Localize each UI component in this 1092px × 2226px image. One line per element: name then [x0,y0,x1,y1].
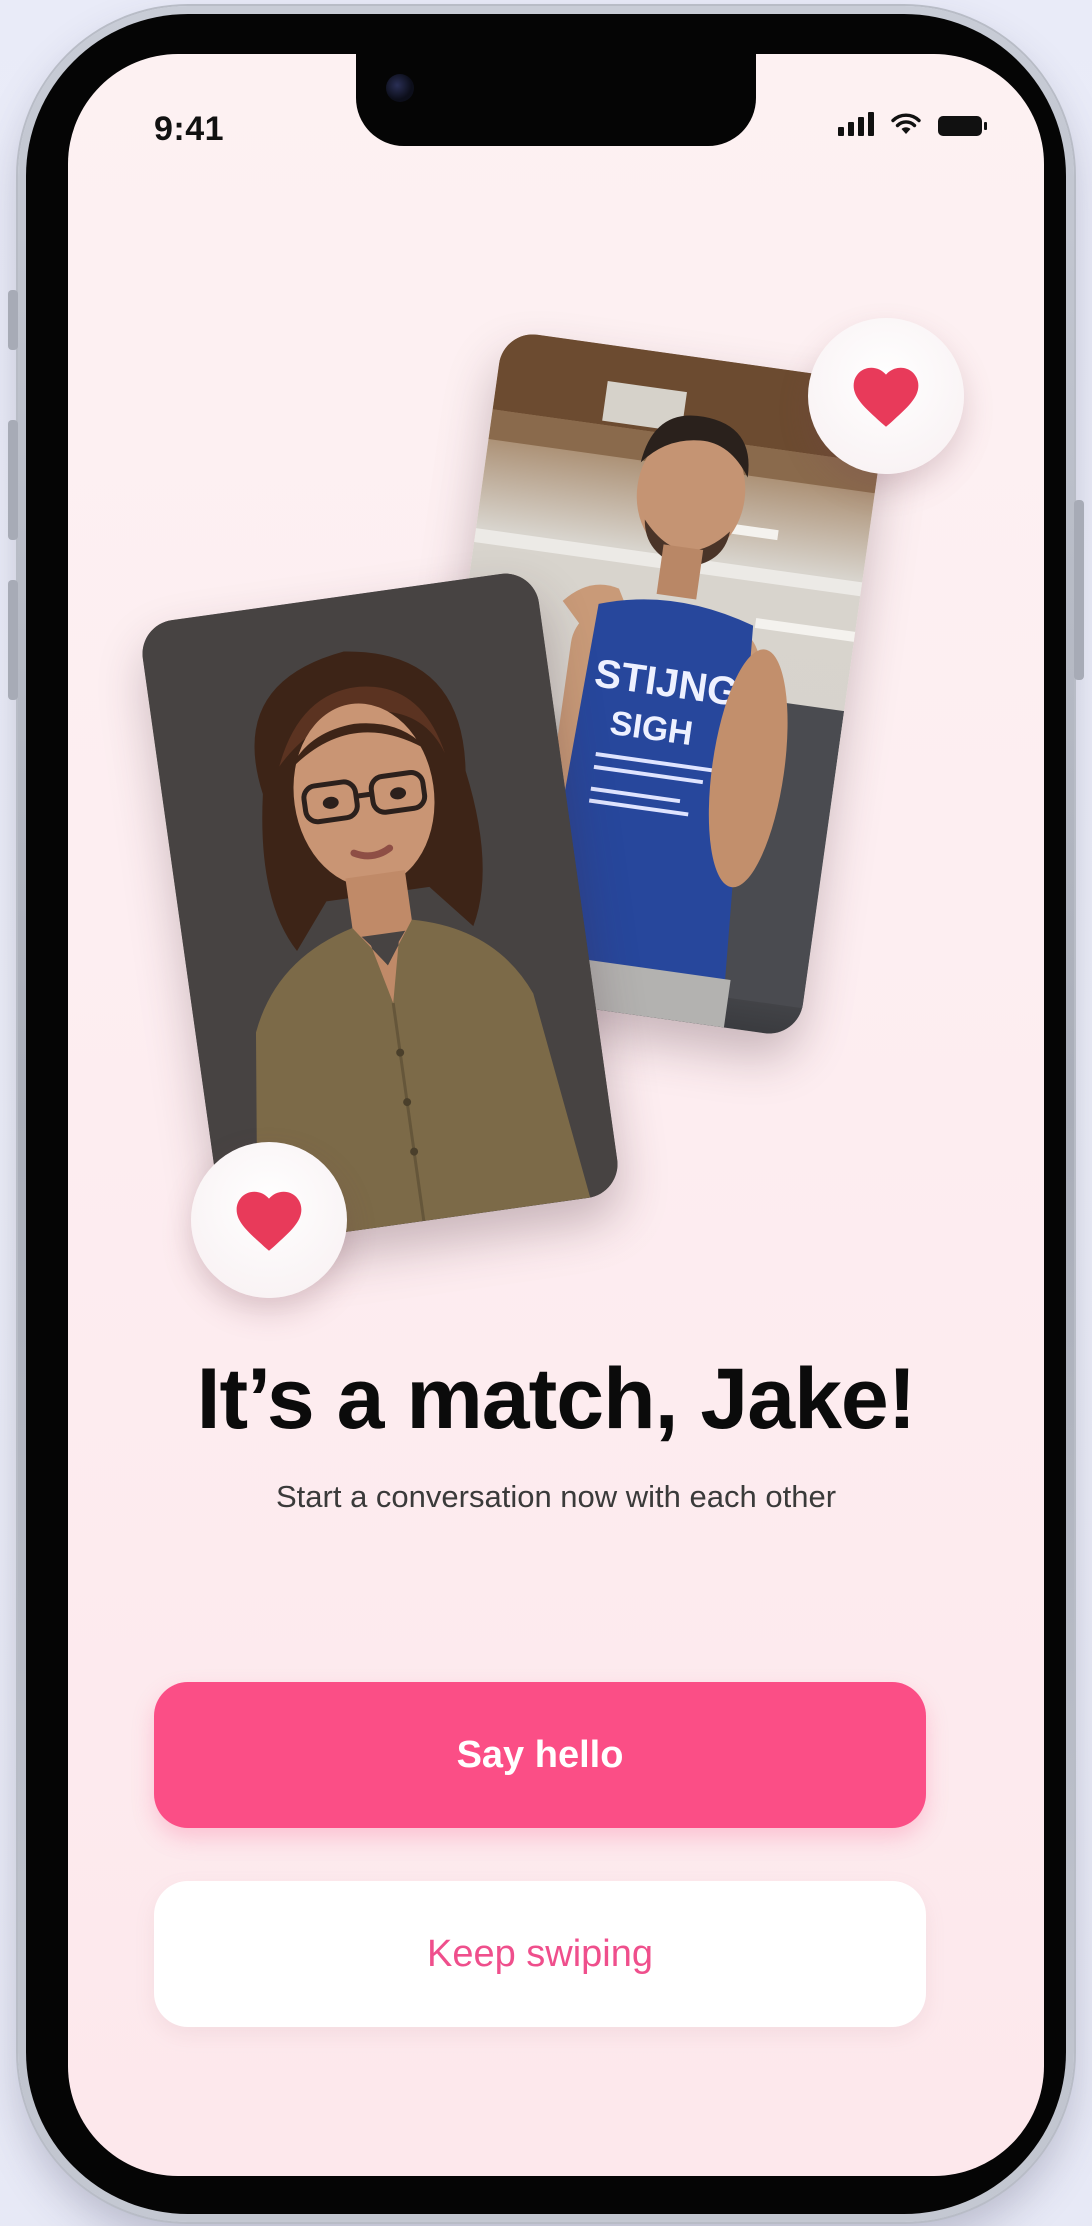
like-badge-bottom [191,1142,347,1298]
keep-swiping-button[interactable]: Keep swiping [154,1881,926,2027]
wifi-icon [891,113,921,134]
say-hello-button[interactable]: Say hello [154,1682,926,1828]
match-title: It’s a match, Jake! [196,1351,917,1447]
heart-icon [236,1191,302,1251]
device-notch [356,54,756,146]
status-icons [838,112,987,136]
volume-down-button [8,580,18,700]
mute-switch [8,290,18,350]
front-camera-icon [386,74,414,102]
like-badge-top [808,318,964,474]
battery-icon [938,116,987,136]
app-screen: 9:41 STIJNGS SIGH It’s a match, Jake! St… [68,54,1044,2176]
signal-icon [838,112,874,136]
status-time: 9:41 [154,110,225,148]
power-button [1074,500,1084,680]
match-subtitle: Start a conversation now with each other [275,1479,837,1514]
volume-up-button [8,420,18,540]
heart-icon [853,367,919,427]
